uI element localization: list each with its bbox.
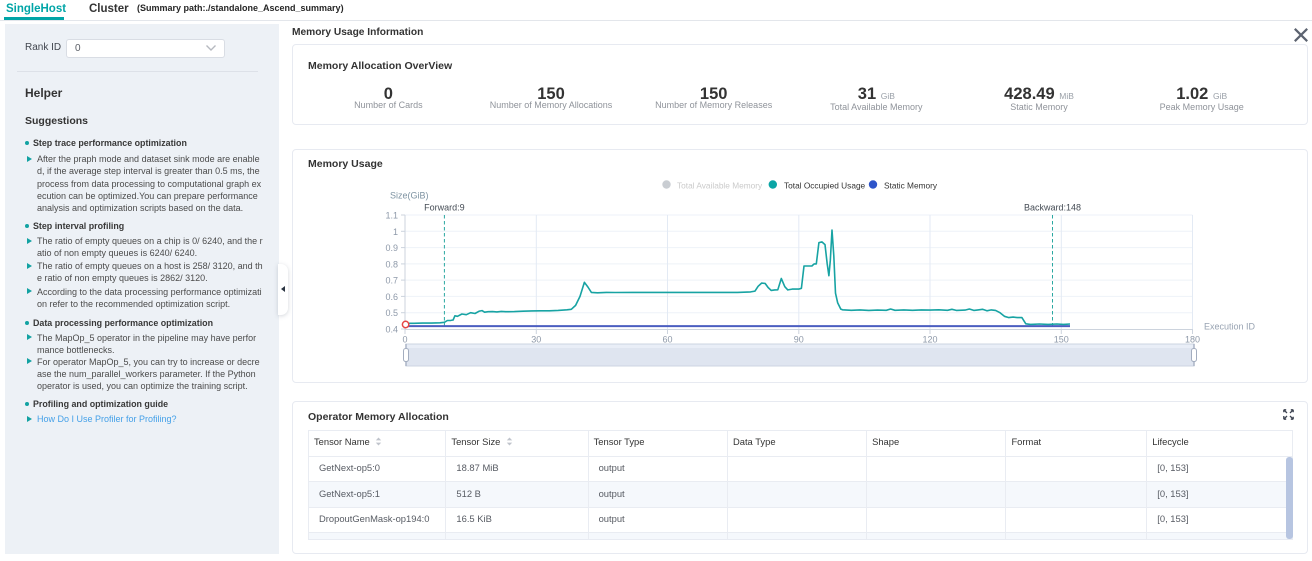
svg-text:0.9: 0.9 [385,243,398,253]
svg-text:Backward:148: Backward:148 [1024,203,1081,213]
svg-text:0.5: 0.5 [385,308,398,318]
svg-text:150: 150 [1054,335,1069,345]
svg-text:Total Occupied Usage: Total Occupied Usage [784,181,866,191]
svg-text:Size(GiB): Size(GiB) [390,191,429,201]
svg-text:60: 60 [662,335,672,345]
svg-text:0.8: 0.8 [385,259,398,269]
svg-text:0.7: 0.7 [385,276,398,286]
svg-text:120: 120 [922,335,937,345]
svg-text:0.6: 0.6 [385,292,398,302]
svg-text:0.4: 0.4 [385,325,398,335]
svg-text:1.1: 1.1 [385,211,398,221]
svg-text:180: 180 [1185,335,1200,345]
svg-text:Execution ID: Execution ID [1204,322,1256,332]
svg-text:0: 0 [402,335,407,345]
svg-text:Forward:9: Forward:9 [424,203,465,213]
svg-text:1: 1 [393,227,398,237]
svg-text:30: 30 [531,335,541,345]
svg-text:Static Memory: Static Memory [884,181,938,191]
svg-text:Total Available Memory: Total Available Memory [677,181,763,191]
svg-text:90: 90 [794,335,804,345]
